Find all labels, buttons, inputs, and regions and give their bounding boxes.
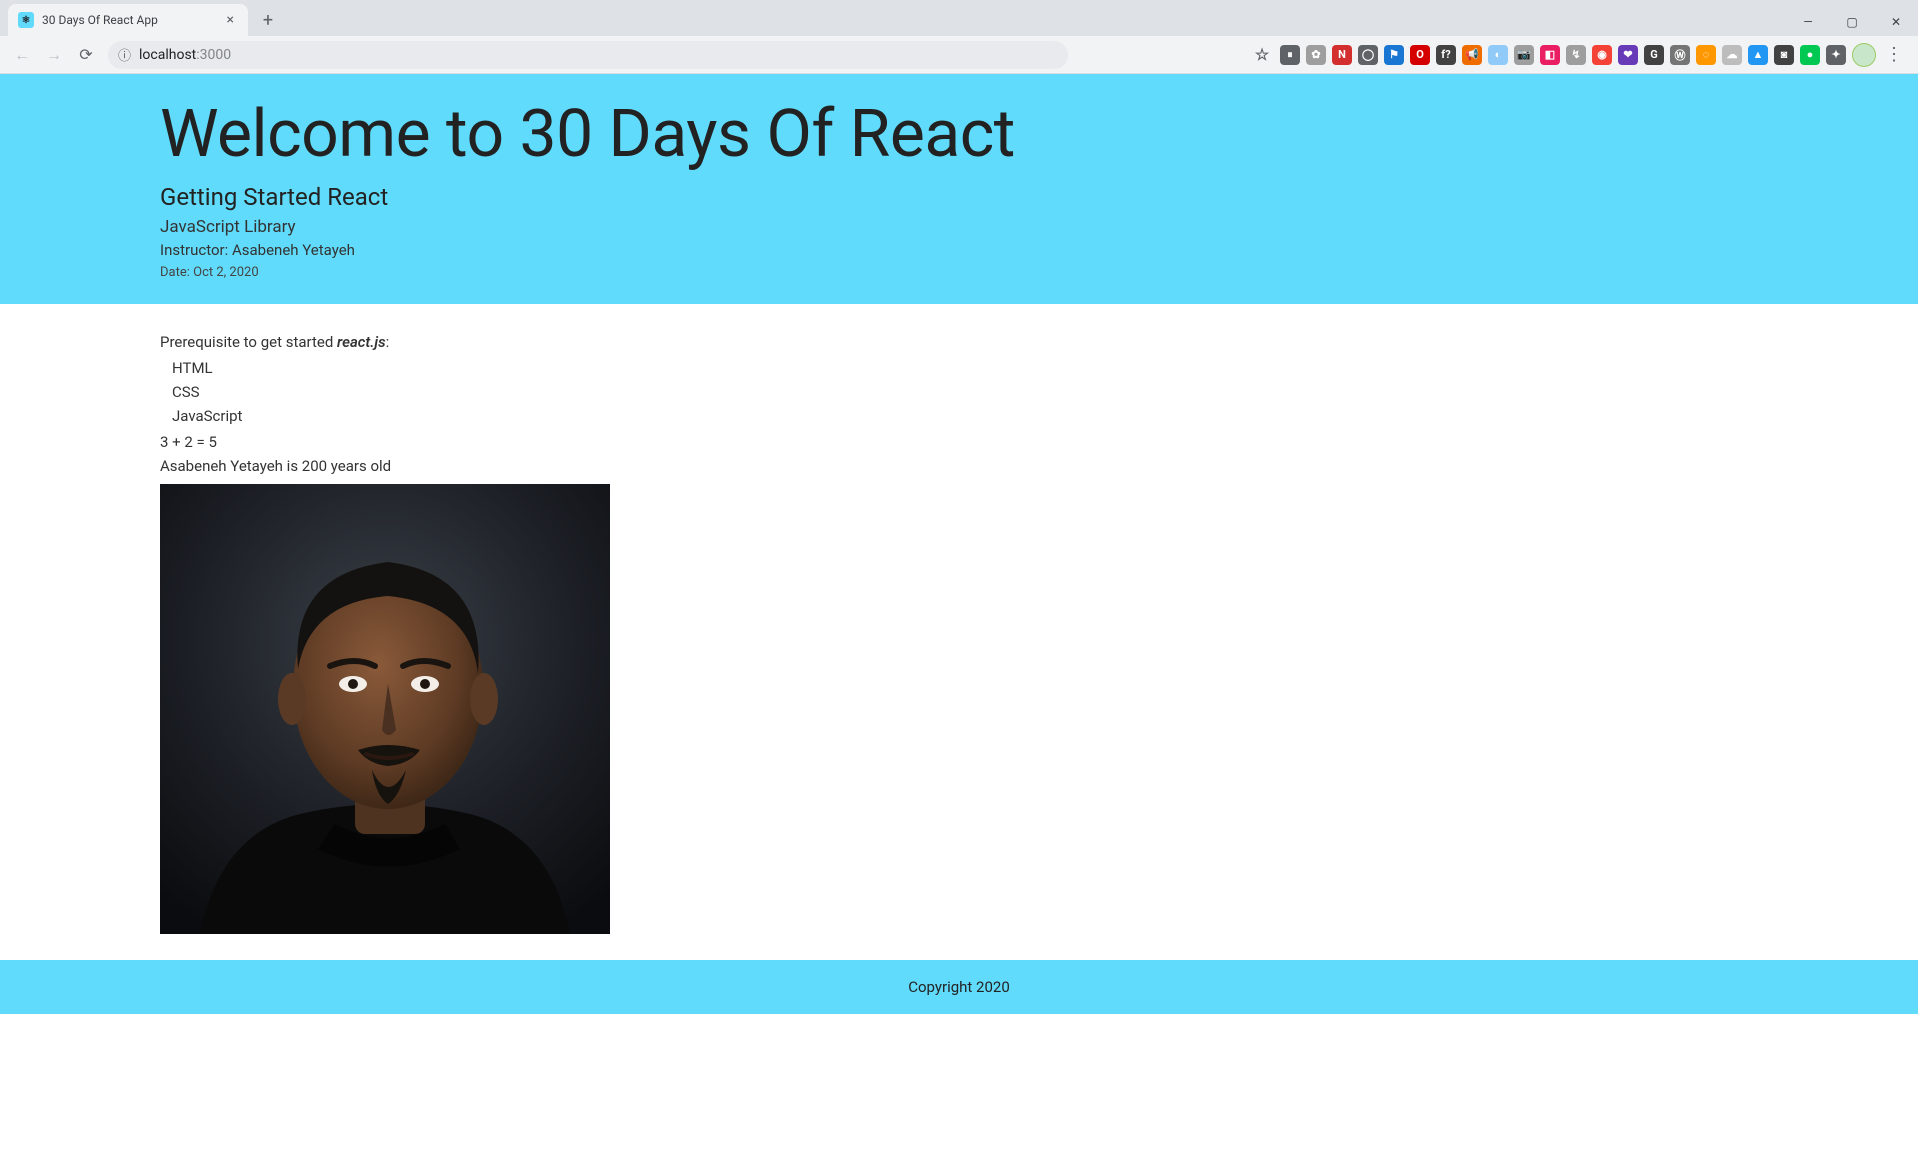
window-controls: — ▢ ✕ [1786, 4, 1918, 36]
bookmark-star-icon[interactable]: ☆ [1250, 45, 1274, 65]
extension-icon[interactable]: ↯ [1566, 45, 1586, 65]
extension-icon[interactable]: ☁ [1722, 45, 1742, 65]
extension-icon[interactable]: ❤ [1618, 45, 1638, 65]
url-port: :3000 [196, 47, 231, 63]
new-tab-button[interactable]: + [254, 6, 282, 34]
nav-back-button[interactable]: ← [8, 41, 36, 69]
extension-icon[interactable]: O [1410, 45, 1430, 65]
url-host: localhost [139, 47, 196, 63]
copyright-text: Copyright 2020 [0, 978, 1918, 996]
window-maximize-button[interactable]: ▢ [1830, 8, 1874, 36]
browser-toolbar: ← → ⟳ ⓘ localhost:3000 ☆ ⏸ ✿ N ◯ ⚑ Of? 📢 ◐ 📷 ◧ ↯ ◉ ❤… [0, 36, 1918, 74]
nav-reload-button[interactable]: ⟳ [72, 41, 100, 69]
extension-row: ☆ ⏸ ✿ N ◯ ⚑ Of? 📢 ◐ 📷 ◧ ↯ ◉ ❤ G Ⓦ ◌ ☁ ▲ ◙ ● ✦ ⋮ [1250, 43, 1910, 67]
extension-icon[interactable]: ✿ [1306, 45, 1326, 65]
react-favicon-icon: ⚛ [18, 12, 34, 28]
math-line: 3 + 2 = 5 [160, 430, 1758, 454]
extension-icon[interactable]: ◯ [1358, 45, 1378, 65]
extension-icon[interactable]: ◙ [1774, 45, 1794, 65]
extension-icon[interactable]: ✦ [1826, 45, 1846, 65]
extension-icon[interactable]: 📷 [1514, 45, 1534, 65]
page-title: Welcome to 30 Days Of React [160, 96, 1758, 173]
age-line: Asabeneh Yetayeh is 200 years old [160, 454, 1758, 478]
extension-icon[interactable]: N [1332, 45, 1352, 65]
tab-title: 30 Days Of React App [42, 13, 215, 27]
window-close-button[interactable]: ✕ [1874, 8, 1918, 36]
site-info-icon[interactable]: ⓘ [118, 45, 131, 64]
date-line: Date: Oct 2, 2020 [160, 265, 259, 280]
extension-icon[interactable]: f? [1436, 45, 1456, 65]
extension-icon[interactable]: ◉ [1592, 45, 1612, 65]
prereq-prefix: Prerequisite to get started [160, 333, 337, 351]
extension-icon[interactable]: ⚑ [1384, 45, 1404, 65]
skill-list: HTMLCSSJavaScript [160, 356, 1758, 428]
skill-item: HTML [172, 356, 1758, 380]
skill-item: JavaScript [172, 404, 1758, 428]
main-content: Prerequisite to get started react.js: HT… [0, 304, 1918, 960]
hero-header: Welcome to 30 Days Of React Getting Star… [0, 74, 1918, 304]
page-subtitle: Getting Started React [160, 183, 1758, 211]
browser-tab-active[interactable]: ⚛ 30 Days Of React App × [8, 4, 248, 36]
extension-icon[interactable]: ⏸ [1280, 45, 1300, 65]
close-tab-icon[interactable]: × [223, 12, 238, 28]
extension-icon[interactable]: G [1644, 45, 1664, 65]
profile-avatar-icon[interactable] [1852, 43, 1876, 67]
extension-icon[interactable]: 📢 [1462, 45, 1482, 65]
prereq-suffix: : [386, 333, 390, 351]
chrome-menu-button[interactable]: ⋮ [1882, 44, 1906, 65]
browser-tab-strip: ⚛ 30 Days Of React App × + — ▢ ✕ [0, 0, 1918, 36]
instructor-line: Instructor: Asabeneh Yetayeh [160, 241, 1758, 259]
extension-icon[interactable]: ◌ [1696, 45, 1716, 65]
page-viewport: Welcome to 30 Days Of React Getting Star… [0, 74, 1918, 1156]
extension-icon[interactable]: Ⓦ [1670, 45, 1690, 65]
extension-icon[interactable]: ◐ [1488, 45, 1508, 65]
address-bar[interactable]: ⓘ localhost:3000 [108, 41, 1068, 69]
instructor-portrait-image [160, 484, 610, 934]
prerequisite-line: Prerequisite to get started react.js: [160, 330, 1758, 354]
window-minimize-button[interactable]: — [1786, 8, 1830, 36]
nav-forward-button[interactable]: → [40, 41, 68, 69]
extension-icon[interactable]: ◧ [1540, 45, 1560, 65]
extension-icon[interactable]: ● [1800, 45, 1820, 65]
page-tagline: JavaScript Library [160, 217, 1758, 237]
extension-icon[interactable]: ▲ [1748, 45, 1768, 65]
page-footer: Copyright 2020 [0, 960, 1918, 1014]
skill-item: CSS [172, 380, 1758, 404]
prereq-em: react.js [337, 333, 386, 351]
